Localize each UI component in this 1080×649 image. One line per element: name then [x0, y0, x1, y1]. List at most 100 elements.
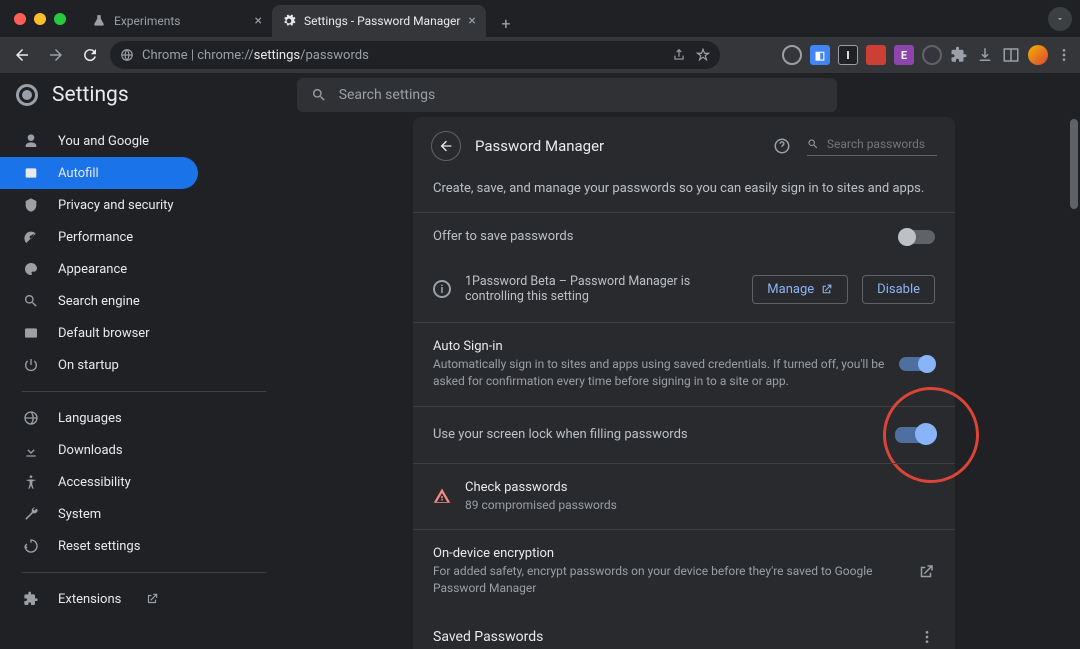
traffic-lights [14, 13, 66, 25]
reading-list-icon[interactable] [1002, 46, 1020, 64]
auto-signin-row: Auto Sign-in Automatically sign in to si… [413, 322, 955, 406]
download-icon [22, 442, 40, 458]
sidebar-item-privacy[interactable]: Privacy and security [0, 189, 198, 221]
extensions-puzzle-icon[interactable] [950, 46, 968, 64]
controller-text: 1Password Beta – Password Manager is con… [465, 274, 738, 304]
sidebar-item-you-and-google[interactable]: You and Google [0, 125, 198, 157]
address-bar[interactable]: Chrome | chrome://settings/passwords [110, 41, 720, 69]
forward-button[interactable] [42, 41, 70, 69]
window-titlebar: Experiments × Settings - Password Manage… [0, 0, 1080, 37]
sidebar-item-system[interactable]: System [0, 498, 198, 530]
tab-label: Experiments [114, 14, 181, 28]
close-tab-icon[interactable]: × [468, 13, 475, 29]
manage-button[interactable]: Manage [752, 275, 848, 304]
palette-icon [22, 261, 40, 277]
maximize-window-button[interactable] [54, 13, 66, 25]
external-link-icon [145, 592, 159, 606]
search-icon [807, 137, 819, 151]
sidebar-item-extensions[interactable]: Extensions [0, 583, 198, 615]
close-tab-icon[interactable]: × [255, 13, 262, 29]
person-icon [22, 133, 40, 149]
restore-icon [22, 538, 40, 554]
accessibility-icon [22, 474, 40, 490]
chrome-icon [16, 84, 38, 106]
sidebar-item-languages[interactable]: Languages [0, 402, 198, 434]
tabs-dropdown-button[interactable] [1048, 7, 1072, 31]
profile-avatar[interactable] [1028, 45, 1048, 65]
encryption-row[interactable]: On-device encryption For added safety, e… [413, 529, 955, 613]
extension-icon[interactable] [866, 45, 886, 65]
flask-icon [92, 14, 106, 28]
controller-row: i 1Password Beta – Password Manager is c… [413, 260, 955, 322]
bookmark-star-icon[interactable] [696, 48, 710, 62]
settings-title: Settings [52, 83, 129, 107]
puzzle-icon [22, 591, 40, 607]
close-window-button[interactable] [14, 13, 26, 25]
intro-row: Create, save, and manage your passwords … [413, 175, 955, 212]
panel-back-button[interactable] [431, 131, 461, 161]
main-panel-area: Password Manager Create, save, and manag… [288, 117, 1080, 649]
extension-icons: ◧ I E [782, 45, 1072, 65]
warning-icon [433, 487, 451, 505]
password-manager-panel: Password Manager Create, save, and manag… [413, 117, 955, 649]
settings-content: You and Google Autofill Privacy and secu… [0, 117, 1080, 649]
extension-icon[interactable]: E [894, 45, 914, 65]
password-search[interactable] [807, 137, 937, 156]
sidebar-item-appearance[interactable]: Appearance [0, 253, 198, 285]
minimize-window-button[interactable] [34, 13, 46, 25]
info-icon: i [433, 280, 451, 298]
shield-icon [22, 197, 40, 213]
auto-signin-toggle[interactable] [899, 357, 935, 371]
power-icon [22, 357, 40, 373]
search-icon [22, 293, 40, 309]
sidebar-item-default-browser[interactable]: Default browser [0, 317, 198, 349]
sidebar-item-reset[interactable]: Reset settings [0, 530, 198, 562]
sidebar-item-accessibility[interactable]: Accessibility [0, 466, 198, 498]
saved-passwords-header: Saved Passwords [413, 613, 955, 649]
settings-header: Settings Search settings [0, 73, 1080, 117]
extension-icon[interactable] [922, 45, 942, 65]
external-link-icon [820, 283, 833, 296]
help-icon[interactable] [773, 137, 791, 155]
browser-toolbar: Chrome | chrome://settings/passwords ◧ I… [0, 37, 1080, 73]
share-icon[interactable] [672, 48, 686, 62]
reload-button[interactable] [76, 41, 104, 69]
panel-title: Password Manager [475, 137, 604, 155]
downloads-icon[interactable] [976, 46, 994, 64]
settings-search[interactable]: Search settings [297, 78, 837, 112]
sidebar-item-search-engine[interactable]: Search engine [0, 285, 198, 317]
sidebar-divider [22, 391, 266, 392]
kebab-menu-icon[interactable] [919, 629, 935, 645]
globe-icon [22, 410, 40, 426]
sidebar-item-performance[interactable]: Performance [0, 221, 198, 253]
tab-settings-passwords[interactable]: Settings - Password Manager × [272, 5, 486, 37]
screen-lock-row: Use your screen lock when filling passwo… [413, 406, 955, 463]
kebab-menu-icon[interactable] [1056, 47, 1072, 63]
search-placeholder: Search settings [339, 87, 436, 103]
sidebar-divider [22, 572, 266, 573]
new-tab-button[interactable]: + [492, 9, 520, 37]
tab-label: Settings - Password Manager [304, 14, 460, 28]
offer-save-toggle[interactable] [899, 230, 935, 244]
browser-icon [22, 325, 40, 341]
browser-tabs: Experiments × Settings - Password Manage… [82, 0, 520, 37]
tab-experiments[interactable]: Experiments × [82, 5, 272, 37]
check-passwords-row[interactable]: Check passwords 89 compromised passwords [413, 463, 955, 530]
disable-button[interactable]: Disable [862, 275, 935, 304]
site-info-icon[interactable] [120, 48, 134, 62]
sidebar-item-autofill[interactable]: Autofill [0, 157, 198, 189]
external-link-icon [917, 563, 935, 581]
extension-icon[interactable] [782, 45, 802, 65]
url-text: Chrome | chrome://settings/passwords [142, 48, 369, 63]
wrench-icon [22, 506, 40, 522]
gear-icon [282, 14, 296, 28]
scrollbar-thumb[interactable] [1070, 119, 1078, 209]
back-button[interactable] [8, 41, 36, 69]
offer-save-row: Offer to save passwords [413, 212, 955, 260]
sidebar-item-on-startup[interactable]: On startup [0, 349, 198, 381]
extension-icon[interactable]: I [838, 45, 858, 65]
sidebar-item-downloads[interactable]: Downloads [0, 434, 198, 466]
password-search-input[interactable] [827, 137, 937, 151]
screen-lock-toggle[interactable] [895, 427, 935, 443]
extension-icon[interactable]: ◧ [810, 45, 830, 65]
